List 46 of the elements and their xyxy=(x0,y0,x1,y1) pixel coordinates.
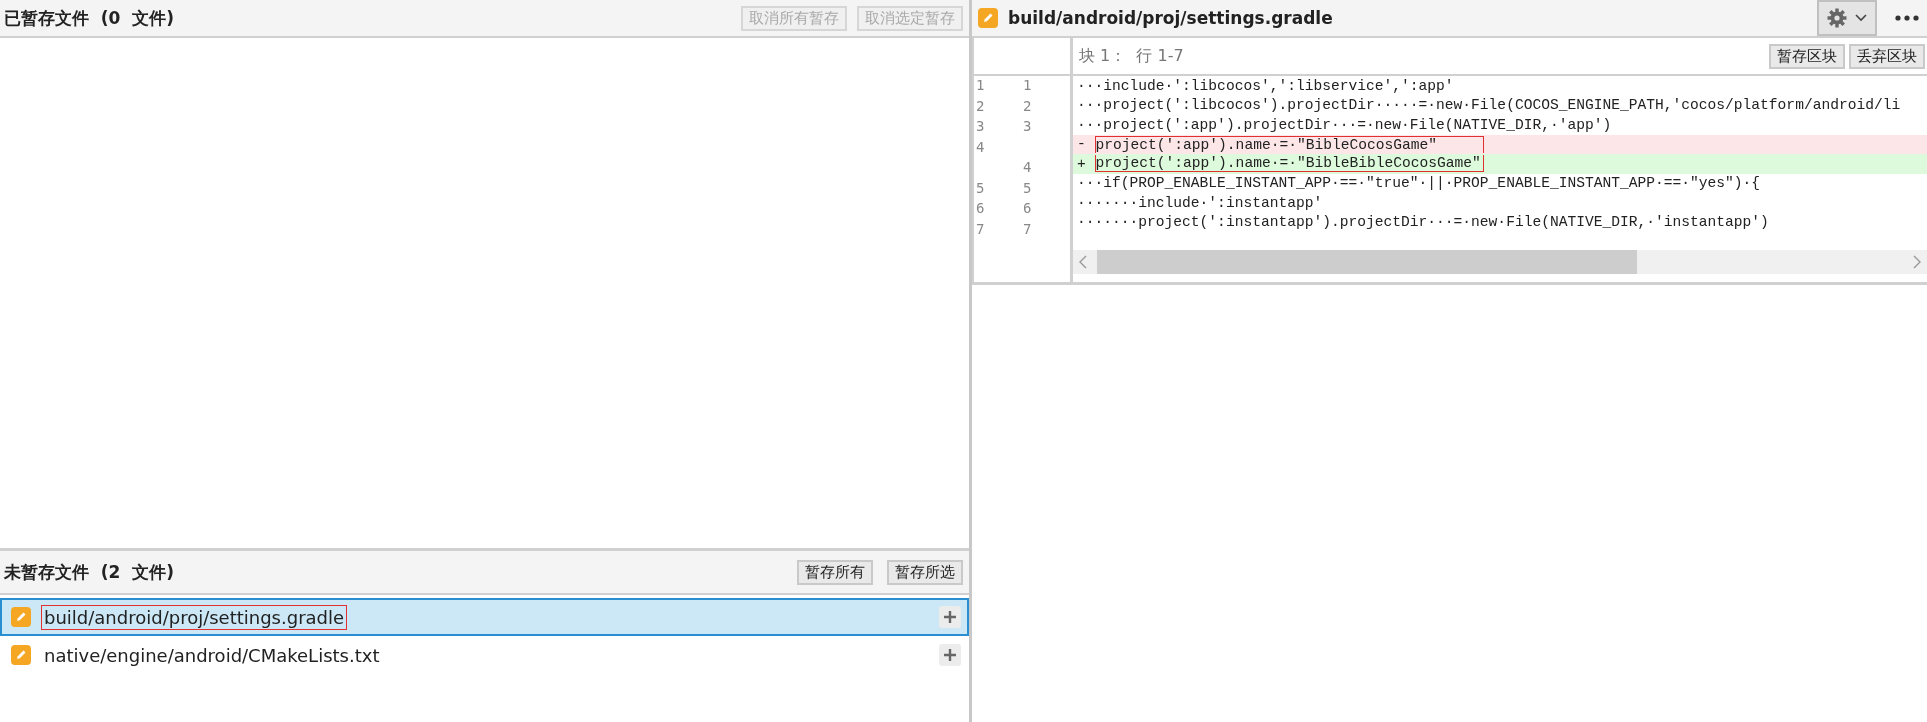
line-number: 1 xyxy=(975,77,986,95)
more-icon[interactable] xyxy=(1895,15,1919,21)
pencil-icon xyxy=(978,8,998,28)
line-number: 7 xyxy=(975,220,986,239)
line-number: 2 xyxy=(975,97,986,116)
line-number: 6 xyxy=(1022,200,1033,218)
pencil-icon xyxy=(11,645,31,665)
caret-icon xyxy=(1855,14,1867,22)
hunk-button[interactable]: 丢弃区块 xyxy=(1849,43,1925,69)
file-row[interactable]: native/engine/android/CMakeLists.txt xyxy=(0,636,969,674)
hunk-title: 块 1： 行 1-7 xyxy=(1079,45,1184,67)
line-number: 2 xyxy=(1022,97,1033,116)
settings-icon xyxy=(1827,8,1847,28)
plus-icon[interactable] xyxy=(939,644,961,666)
plus-icon[interactable] xyxy=(939,606,961,628)
file-path: native/engine/android/CMakeLists.txt xyxy=(43,643,381,668)
file-path: build/android/proj/settings.gradle xyxy=(41,604,348,630)
line-number: 5 xyxy=(975,179,986,198)
hunk-button[interactable]: 暂存区块 xyxy=(1769,43,1845,69)
line-number: 4 xyxy=(1022,159,1033,177)
pencil-icon xyxy=(11,607,31,627)
code-text: project(':app').name·=·"BibleCocosGame" xyxy=(1094,135,1484,153)
code-text: ·······include·':instantapp' xyxy=(1077,194,1323,211)
line-number: 5 xyxy=(1022,179,1033,198)
settings-dropdown[interactable] xyxy=(1817,0,1877,36)
code-text: project(':app').name·=·"BibleBibleCocosGame" xyxy=(1094,155,1484,173)
horizontal-scrollbar[interactable] xyxy=(1073,250,1927,274)
code-text: ···project(':libcocos').projectDir·····=·new·File(COCOS_ENGINE_PATH,'cocos/platform/android/li xyxy=(1077,97,1901,114)
code-text: ···if(PROP_ENABLE_INSTANT_APP·==·"true"·||·PROP_ENABLE_INSTANT_APP·==·"yes")·{ xyxy=(1077,175,1761,192)
code-text: ·······project(':instantapp').projectDir···=·new·File(NATIVE_DIR,·'instantapp') xyxy=(1077,214,1769,231)
file-title: build/android/proj/settings.gradle xyxy=(1008,8,1333,28)
line-number: 7 xyxy=(1022,220,1033,239)
line-number: 3 xyxy=(1022,118,1033,136)
section-title: 未暂存文件 (2 文件) xyxy=(4,560,175,584)
line-number: 4 xyxy=(975,138,986,157)
diff-sign: - xyxy=(1077,136,1087,153)
section-title: 已暂存文件 (0 文件) xyxy=(4,6,175,30)
line-number: 6 xyxy=(975,200,986,218)
line-number: 1 xyxy=(1022,77,1033,95)
file-row[interactable]: build/android/proj/settings.gradle xyxy=(0,598,969,636)
code-text: ···project(':app').projectDir···=·new·File(NATIVE_DIR,·'app') xyxy=(1077,116,1612,133)
stage-button[interactable]: 暂存所有 xyxy=(797,559,873,585)
diff-sign: + xyxy=(1077,155,1087,172)
line-number: 3 xyxy=(975,118,986,136)
stage-button[interactable]: 暂存所选 xyxy=(887,559,963,585)
code-text: ···include·':libcocos',':libservice',':app' xyxy=(1077,77,1454,94)
